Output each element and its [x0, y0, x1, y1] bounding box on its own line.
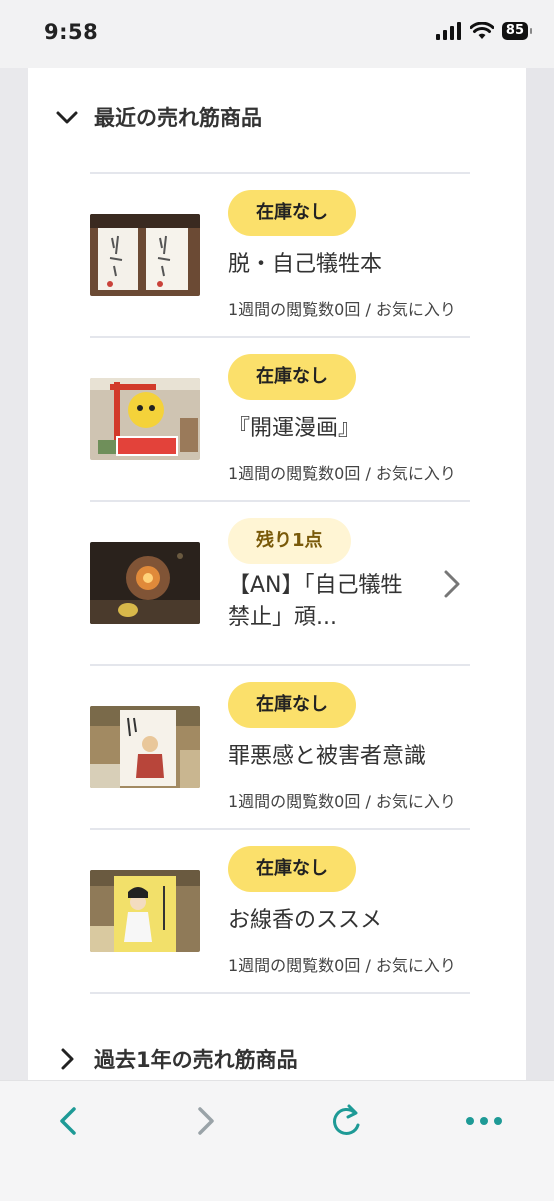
recent-product-list: 在庫なし 脱・自己犠牲本 1週間の閲覧数0回 / お気に入り 在庫なし 『開運漫…: [90, 172, 470, 994]
right-gutter: [526, 68, 554, 1080]
product-thumbnail: [90, 214, 200, 296]
product-thumbnail: [90, 706, 200, 788]
status-badge: 残り1点: [228, 518, 351, 564]
product-thumbnail: [90, 378, 200, 460]
list-item[interactable]: 残り1点 【AN】「自己犠牲禁止」頑...: [90, 502, 470, 664]
product-thumbnail: [90, 870, 200, 952]
left-gutter: [0, 68, 28, 1080]
past-year-section-header[interactable]: 過去1年の売れ筋商品: [54, 1044, 298, 1074]
status-badge: 在庫なし: [228, 846, 356, 892]
list-item[interactable]: 在庫なし お線香のススメ 1週間の閲覧数0回 / お気に入り: [90, 830, 470, 992]
signal-icon: [435, 22, 461, 40]
product-title[interactable]: 『開運漫画』: [228, 410, 360, 442]
product-meta: 1週間の閲覧数0回 / お気に入り: [228, 464, 456, 483]
chevron-right-icon[interactable]: [440, 568, 464, 600]
back-icon[interactable]: [46, 1099, 90, 1143]
status-time: 9:58: [44, 20, 99, 44]
chevron-right-icon: [54, 1046, 80, 1072]
content-card: 最近の売れ筋商品 在庫なし 脱・自己犠牲本 1週間の閲覧数0回 / お気に入り: [28, 68, 526, 1080]
wifi-icon: [469, 22, 494, 39]
divider: [90, 992, 470, 994]
status-badge: 在庫なし: [228, 682, 356, 728]
product-title[interactable]: 罪悪感と被害者意識: [228, 738, 426, 770]
recent-section-title: 最近の売れ筋商品: [94, 106, 262, 130]
reload-icon[interactable]: [324, 1099, 368, 1143]
status-bar: 9:58 85: [0, 0, 554, 68]
product-title[interactable]: 【AN】「自己犠牲禁止」頑...: [228, 570, 418, 634]
browser-toolbar: [0, 1080, 554, 1201]
product-meta: 1週間の閲覧数0回 / お気に入り: [228, 300, 456, 319]
more-icon[interactable]: [462, 1099, 506, 1143]
product-thumbnail: [90, 542, 200, 624]
product-meta: 1週間の閲覧数0回 / お気に入り: [228, 792, 456, 811]
forward-icon[interactable]: [184, 1099, 228, 1143]
list-item[interactable]: 在庫なし 罪悪感と被害者意識 1週間の閲覧数0回 / お気に入り: [90, 666, 470, 828]
list-item[interactable]: 在庫なし 『開運漫画』 1週間の閲覧数0回 / お気に入り: [90, 338, 470, 500]
recent-section-header[interactable]: 最近の売れ筋商品: [54, 102, 262, 132]
status-icons: 85: [435, 22, 533, 40]
past-year-section-title: 過去1年の売れ筋商品: [94, 1048, 298, 1072]
status-badge: 在庫なし: [228, 354, 356, 400]
list-item[interactable]: 在庫なし 脱・自己犠牲本 1週間の閲覧数0回 / お気に入り: [90, 174, 470, 336]
product-title[interactable]: 脱・自己犠牲本: [228, 246, 382, 278]
chevron-down-icon: [54, 104, 80, 130]
product-meta: 1週間の閲覧数0回 / お気に入り: [228, 956, 456, 975]
status-badge: 在庫なし: [228, 190, 356, 236]
battery-icon: 85: [501, 22, 533, 40]
product-title[interactable]: お線香のススメ: [228, 902, 382, 934]
